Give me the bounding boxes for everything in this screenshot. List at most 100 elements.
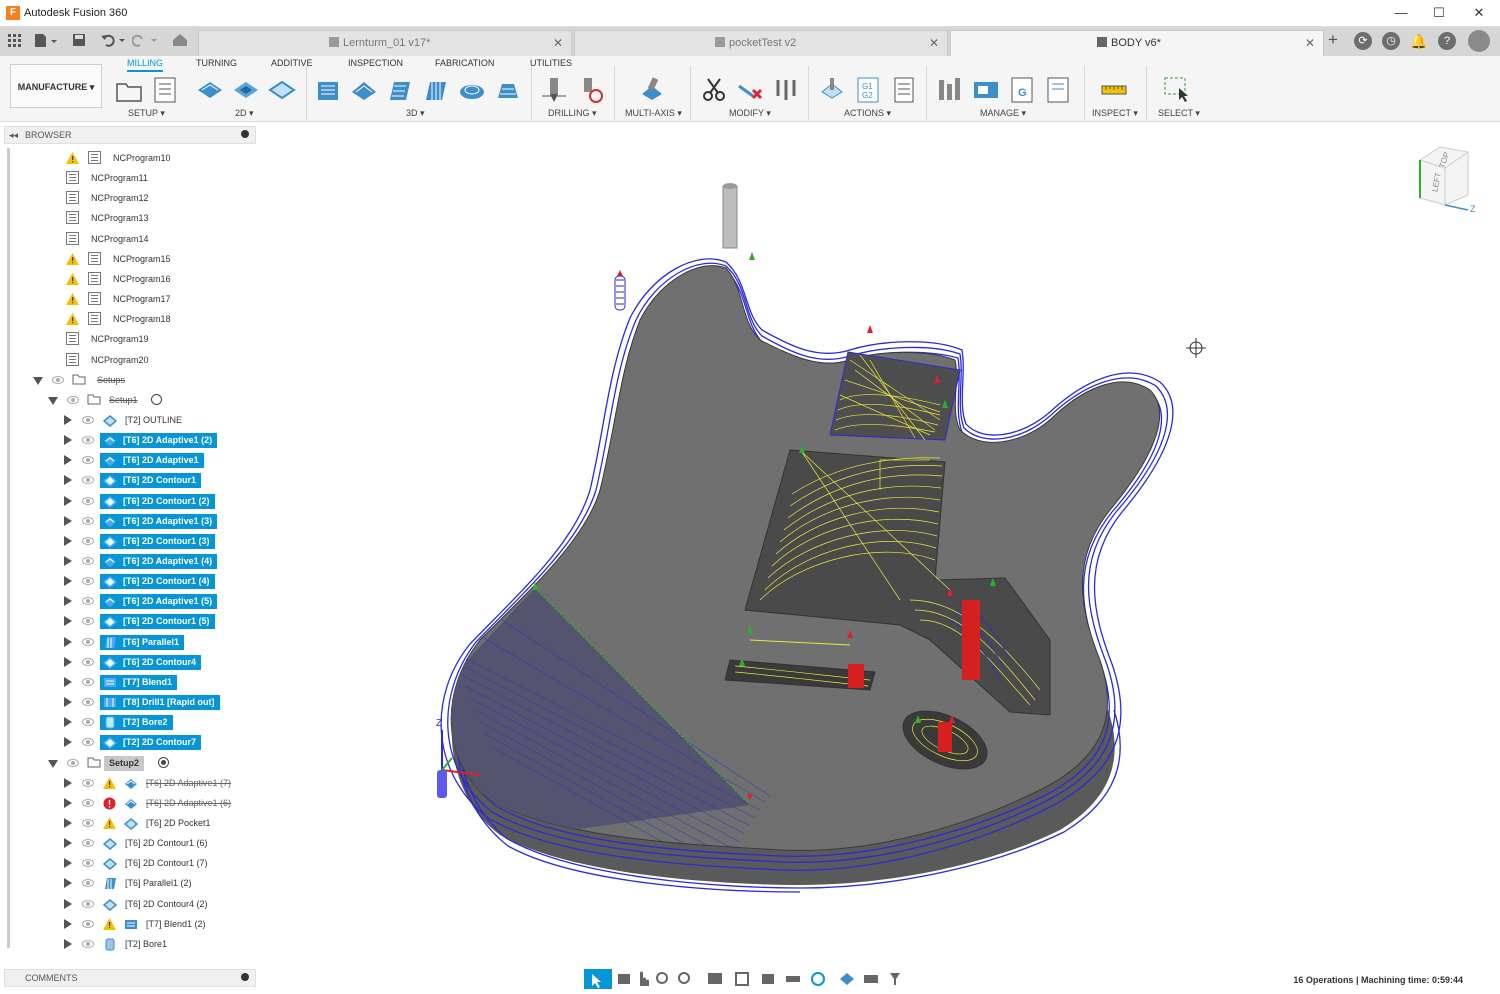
nc-program-row[interactable]: NCProgram15 xyxy=(0,250,250,268)
operation-row[interactable]: [T6] 2D Contour1 (7) xyxy=(0,854,250,872)
nc-program-row[interactable]: NCProgram20 xyxy=(0,351,250,369)
visibility-eye-icon[interactable] xyxy=(82,536,94,545)
tab-fabrication[interactable]: FABRICATION xyxy=(435,58,494,68)
stock-display-icon[interactable] xyxy=(840,973,854,985)
visibility-eye-icon[interactable] xyxy=(82,637,94,646)
viewports-icon[interactable] xyxy=(762,974,774,984)
new-tab-button[interactable]: + xyxy=(1328,30,1338,50)
post-process-icon[interactable]: G1G2 xyxy=(854,76,882,104)
operation-row[interactable]: [T6] 2D Adaptive1 (6) xyxy=(0,794,250,812)
operation-row[interactable]: [T8] Drill1 [Rapid out] xyxy=(0,693,250,711)
contour-3d-icon[interactable] xyxy=(494,76,522,104)
nc-program-row[interactable]: NCProgram11 xyxy=(0,169,250,187)
expand-icon[interactable] xyxy=(64,636,72,647)
parallel-3d-icon[interactable] xyxy=(422,76,450,104)
comments-panel[interactable]: COMMENTS xyxy=(4,969,256,987)
setups-folder-row[interactable]: Setups xyxy=(0,371,250,389)
user-avatar[interactable] xyxy=(1468,30,1490,52)
expand-icon[interactable] xyxy=(64,878,72,889)
visibility-eye-icon[interactable] xyxy=(82,415,94,424)
layers-icon[interactable] xyxy=(786,976,800,982)
expand-icon[interactable] xyxy=(64,576,72,587)
setup-row-setup2[interactable]: Setup2 xyxy=(0,754,250,772)
expand-icon[interactable] xyxy=(64,918,72,929)
tab-inspection[interactable]: INSPECTION xyxy=(348,58,403,68)
visibility-eye-icon[interactable] xyxy=(52,375,64,384)
group-actions[interactable]: ACTIONS ▾ xyxy=(844,108,891,119)
visibility-eye-icon[interactable] xyxy=(82,698,94,707)
scallop-icon[interactable] xyxy=(458,76,486,104)
expand-icon[interactable] xyxy=(64,777,72,788)
operation-row[interactable]: [T6] Parallel1 xyxy=(0,633,250,651)
operation-row[interactable]: [T6] 2D Contour1 (3) xyxy=(0,532,250,550)
activate-setup-icon[interactable] xyxy=(158,756,169,768)
visibility-eye-icon[interactable] xyxy=(82,496,94,505)
collapse-icon[interactable] xyxy=(33,376,43,385)
visibility-eye-icon[interactable] xyxy=(82,818,94,827)
folder-setup-icon[interactable] xyxy=(115,76,143,104)
group-drilling[interactable]: DRILLING ▾ xyxy=(548,108,597,119)
visibility-eye-icon[interactable] xyxy=(82,476,94,485)
setup-sheet-icon[interactable] xyxy=(151,76,179,104)
activate-setup-icon[interactable] xyxy=(151,393,162,405)
measure-icon[interactable] xyxy=(1100,76,1128,104)
collapse-panel-icon[interactable]: ◂◂ xyxy=(9,127,18,143)
operation-row[interactable]: [T6] 2D Adaptive1 (4) xyxy=(0,552,250,570)
visibility-eye-icon[interactable] xyxy=(82,516,94,525)
minimize-button[interactable]: — xyxy=(1386,4,1416,22)
visibility-eye-icon[interactable] xyxy=(67,395,79,404)
operation-row[interactable]: [T7] Blend1 xyxy=(0,673,250,691)
visibility-eye-icon[interactable] xyxy=(82,939,94,948)
visibility-eye-icon[interactable] xyxy=(82,657,94,666)
steep-shallow-icon[interactable] xyxy=(386,76,414,104)
collapse-icon[interactable] xyxy=(48,396,58,405)
group-setup[interactable]: SETUP ▾ xyxy=(128,108,165,119)
visibility-eye-icon[interactable] xyxy=(82,778,94,787)
expand-icon[interactable] xyxy=(64,435,72,446)
file-menu-icon[interactable] xyxy=(34,33,58,49)
setup-sheet-action-icon[interactable] xyxy=(890,76,918,104)
visibility-eye-icon[interactable] xyxy=(82,859,94,868)
drill-icon[interactable] xyxy=(540,76,568,104)
expand-icon[interactable] xyxy=(64,475,72,486)
expand-icon[interactable] xyxy=(64,596,72,607)
operation-row[interactable]: [T2] Bore2 xyxy=(0,713,250,731)
expand-icon[interactable] xyxy=(64,616,72,627)
expand-icon[interactable] xyxy=(64,898,72,909)
operation-row[interactable]: [T2] OUTLINE xyxy=(0,411,250,429)
home-icon[interactable] xyxy=(172,33,188,47)
nc-program-row[interactable]: NCProgram10 xyxy=(0,149,250,167)
scissors-icon[interactable] xyxy=(700,76,728,104)
redo-icon[interactable] xyxy=(132,33,158,47)
visibility-eye-icon[interactable] xyxy=(82,839,94,848)
nc-program-row[interactable]: NCProgram13 xyxy=(0,209,250,227)
extensions-icon[interactable]: ⟳ xyxy=(1354,32,1372,50)
undo-icon[interactable] xyxy=(100,33,126,47)
nc-program-row[interactable]: NCProgram18 xyxy=(0,310,250,328)
nc-program-row[interactable]: NCProgram17 xyxy=(0,290,250,308)
job-status-icon[interactable]: ◷ xyxy=(1382,32,1400,50)
visibility-eye-icon[interactable] xyxy=(82,577,94,586)
select-icon[interactable] xyxy=(1163,76,1191,104)
expand-icon[interactable] xyxy=(64,797,72,808)
operation-row[interactable]: [T6] 2D Adaptive1 (5) xyxy=(0,592,250,610)
expand-icon[interactable] xyxy=(64,838,72,849)
help-icon[interactable]: ? xyxy=(1438,32,1456,50)
multi-axis-icon[interactable] xyxy=(638,76,666,104)
post-library-icon[interactable]: G xyxy=(1008,76,1036,104)
zoom-icon[interactable] xyxy=(656,972,668,984)
visibility-eye-icon[interactable] xyxy=(67,758,79,767)
simulate-icon[interactable] xyxy=(818,76,846,104)
visibility-eye-icon[interactable] xyxy=(82,899,94,908)
tab-body[interactable]: BODY v6* ✕ xyxy=(950,30,1324,56)
operation-row[interactable]: [T6] 2D Contour1 (2) xyxy=(0,492,250,510)
visibility-eye-icon[interactable] xyxy=(82,436,94,445)
collapse-icon[interactable] xyxy=(48,759,58,768)
operation-row[interactable]: [T2] Bore1 xyxy=(0,935,250,953)
adaptive-2d-icon[interactable] xyxy=(196,76,224,104)
template-library-icon[interactable] xyxy=(1044,76,1072,104)
nc-program-row[interactable]: NCProgram19 xyxy=(0,330,250,348)
expand-icon[interactable] xyxy=(64,676,72,687)
visibility-eye-icon[interactable] xyxy=(82,597,94,606)
pocket-2d-icon[interactable] xyxy=(232,76,260,104)
